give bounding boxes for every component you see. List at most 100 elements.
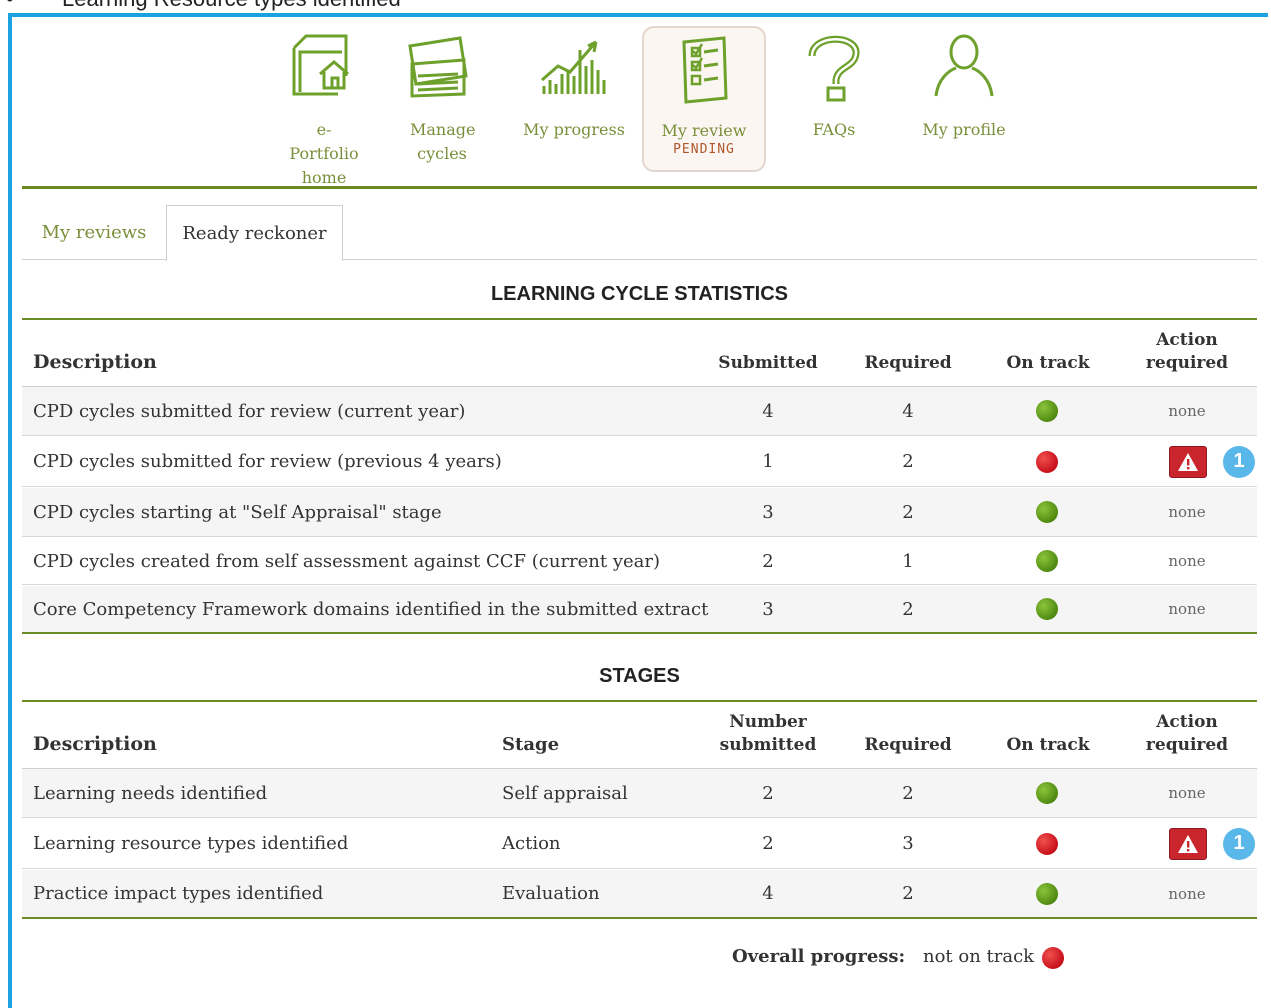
warning-icon <box>1178 452 1198 471</box>
nav-label-faqs: FAQs <box>812 120 856 139</box>
caption-bullet: • <box>6 0 14 12</box>
table-row: CPD cycles created from self assessment … <box>22 538 1257 585</box>
row-description: Learning resource types identified <box>33 833 349 854</box>
row-submitted: 3 <box>762 501 774 523</box>
manage-cycles-icon <box>408 36 468 98</box>
active-tab-gap <box>167 258 342 261</box>
stats-header-action-required: Action required <box>1145 330 1229 373</box>
row-description: CPD cycles created from self assessment … <box>33 550 661 572</box>
stats-section-title: LEARNING CYCLE STATISTICS <box>490 283 789 305</box>
row-required: 3 <box>902 833 914 854</box>
eportfolio-home-icon <box>292 34 349 96</box>
action-required-button[interactable] <box>1169 445 1207 478</box>
row-action-none: none <box>1168 503 1206 521</box>
nav-item-my-review[interactable]: My review PENDING <box>642 26 766 172</box>
row-submitted: 2 <box>762 833 774 854</box>
overall-progress-value: not on track <box>923 940 1065 972</box>
status-indicator-green <box>1036 882 1058 905</box>
row-submitted: 4 <box>762 883 774 904</box>
row-description: CPD cycles starting at "Self Appraisal" … <box>33 501 442 523</box>
row-required: 1 <box>902 550 914 572</box>
row-action-none: none <box>1168 784 1206 802</box>
row-submitted: 2 <box>762 550 774 572</box>
row-on-track <box>987 586 1107 632</box>
stages-header-number-submitted: Number submitted <box>719 712 817 755</box>
table-row: Practice impact types identified Evaluati… <box>22 870 1257 919</box>
row-submitted: 2 <box>762 782 774 804</box>
row-required: 2 <box>902 883 914 904</box>
table-row: CPD cycles submitted for review (current… <box>22 387 1257 436</box>
row-action-required: none <box>1137 586 1257 632</box>
stats-header-submitted: Submitted <box>718 353 818 373</box>
row-action-none: none <box>1168 884 1206 903</box>
stats-header-required: Required <box>864 353 952 373</box>
status-indicator-red <box>1036 450 1058 473</box>
row-stage: Action <box>502 833 561 854</box>
row-on-track <box>987 488 1107 536</box>
row-stage: Evaluation <box>502 883 600 904</box>
tab-my-reviews[interactable]: My reviews <box>23 205 165 260</box>
nav-item-my-progress[interactable]: My progress <box>512 26 636 172</box>
nav-label-manage-cycles: Manage cycles <box>410 120 476 163</box>
stages-section-title: STAGES <box>599 665 680 687</box>
action-required-button[interactable] <box>1169 827 1207 860</box>
row-action-required: none <box>1137 387 1257 435</box>
row-description: Practice impact types identified <box>33 883 324 904</box>
stages-header-stage: Stage <box>502 734 560 755</box>
row-on-track <box>987 437 1107 486</box>
warning-icon <box>1178 834 1198 853</box>
nav-item-eportfolio-home[interactable]: e-Portfolio home <box>262 26 386 187</box>
table-row: CPD cycles starting at "Self Appraisal" … <box>22 488 1257 537</box>
nav-label-my-progress: My progress <box>523 120 625 139</box>
row-stage: Self appraisal <box>502 782 628 804</box>
nav-label-eportfolio-home: e-Portfolio home <box>289 120 359 187</box>
stages-header-on-track: On track <box>1006 735 1090 755</box>
row-on-track <box>987 538 1107 584</box>
row-action-none: none <box>1168 552 1206 570</box>
tab-ready-reckoner[interactable]: Ready reckoner <box>166 205 343 261</box>
nav-item-faqs[interactable]: FAQs <box>772 26 896 172</box>
faq-icon <box>808 35 860 102</box>
stages-header-action-required: Action required <box>1145 712 1229 755</box>
stages-header-required: Required <box>864 735 952 755</box>
row-action-none: none <box>1168 402 1206 420</box>
row-required: 4 <box>902 400 914 422</box>
main-nav: e-Portfolio home Manage cycles My progre… <box>262 26 1062 187</box>
row-submitted: 1 <box>762 451 774 472</box>
row-description: Core Competency Framework domains identi… <box>33 598 709 620</box>
stats-header-description: Description <box>33 351 157 373</box>
caption-text: Learning Resource types identified <box>62 0 401 12</box>
table-row: Core Competency Framework domains identi… <box>22 586 1257 634</box>
row-description: Learning needs identified <box>33 782 268 804</box>
row-on-track <box>987 769 1107 817</box>
my-review-icon <box>682 36 728 104</box>
callout-badge[interactable]: 1 <box>1223 445 1255 478</box>
stages-title-divider <box>22 700 1257 702</box>
my-progress-icon <box>541 40 606 94</box>
row-on-track <box>987 870 1107 917</box>
nav-item-my-profile[interactable]: My profile <box>902 26 1026 172</box>
nav-item-manage-cycles[interactable]: Manage cycles <box>380 26 504 172</box>
top-caption: • Learning Resource types identified <box>0 0 1271 14</box>
row-action-required: 1 <box>1137 437 1257 486</box>
row-action-required: none <box>1137 488 1257 536</box>
row-submitted: 4 <box>762 400 774 422</box>
table-row: CPD cycles submitted for review (previou… <box>22 437 1257 487</box>
row-action-none: none <box>1168 600 1206 618</box>
status-indicator-green <box>1036 501 1058 523</box>
callout-badge[interactable]: 1 <box>1223 827 1255 860</box>
row-description: CPD cycles submitted for review (current… <box>33 400 466 422</box>
nav-label-my-profile: My profile <box>922 120 1006 139</box>
nav-label-my-review: My review <box>661 121 747 140</box>
row-required: 2 <box>902 598 914 620</box>
stages-header-description: Description <box>33 733 157 755</box>
row-action-required: 1 <box>1137 819 1257 868</box>
status-indicator-green <box>1036 782 1058 804</box>
row-on-track <box>987 819 1107 868</box>
status-indicator-green <box>1036 550 1058 572</box>
row-action-required: none <box>1137 769 1257 817</box>
status-indicator-green <box>1036 598 1058 620</box>
overall-status-indicator <box>1042 947 1065 969</box>
overall-progress-text: not on track <box>923 945 1035 967</box>
table-row: Learning needs identified Self appraisal 2… <box>22 769 1257 818</box>
